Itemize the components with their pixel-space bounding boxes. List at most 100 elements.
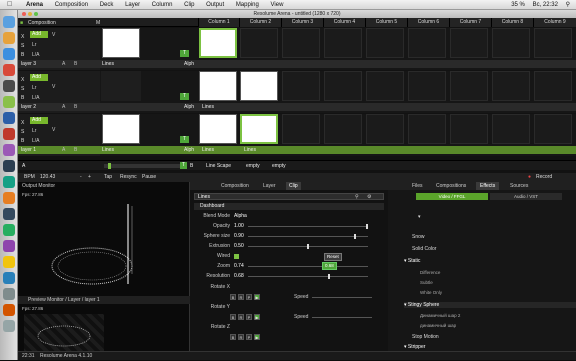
rotate-mode-button[interactable]: P — [246, 294, 252, 300]
rotate-mode-button[interactable]: ▶ — [254, 334, 260, 340]
column-4-header[interactable]: Column 4 — [323, 18, 365, 27]
menu-view[interactable]: View — [271, 2, 284, 8]
app-icon[interactable] — [3, 176, 15, 188]
effect-category[interactable]: ▾ Static — [404, 258, 420, 264]
clip-slot-empty[interactable] — [492, 114, 530, 144]
clip-slot-empty[interactable] — [240, 28, 278, 58]
resync-button[interactable]: Resync — [120, 173, 137, 182]
clip-slot-empty[interactable] — [282, 28, 320, 58]
dashboard-section[interactable]: Dashboard — [194, 203, 384, 210]
effect-item[interactable]: Solid Color — [412, 246, 436, 252]
effect-preset[interactable]: White Only — [420, 290, 442, 295]
clip-slot-preview[interactable] — [102, 28, 140, 58]
subtab-audio[interactable]: Audio / VST — [490, 193, 562, 200]
column-7-header[interactable]: Column 7 — [449, 18, 491, 27]
layer-t-tag[interactable]: T — [180, 50, 189, 57]
rotate-mode-button[interactable]: B — [230, 294, 236, 300]
layer-t-tag[interactable]: T — [180, 93, 189, 100]
param-slider[interactable] — [248, 226, 368, 227]
settings-icon[interactable]: ⚙ — [367, 194, 371, 200]
app-icon[interactable] — [3, 224, 15, 236]
clip-slot-empty[interactable] — [408, 28, 446, 58]
rotate-mode-button[interactable]: R — [238, 334, 244, 340]
slider-knob[interactable] — [328, 274, 331, 279]
app-icon[interactable] — [3, 256, 15, 268]
blend-add-button[interactable]: Add — [30, 74, 48, 81]
tab-files[interactable]: Files — [408, 182, 427, 190]
app-icon[interactable] — [3, 128, 15, 140]
clip-slot-empty[interactable] — [450, 28, 488, 58]
crossfader-a[interactable]: A — [22, 161, 25, 171]
wired-checkbox[interactable] — [234, 254, 239, 259]
rotate-mode-button[interactable]: P — [246, 314, 252, 320]
apple-icon[interactable]:  — [7, 0, 12, 10]
app-icon[interactable] — [3, 32, 15, 44]
layer-name-bar-selected[interactable]: layer 1 A B Lines Alph Lines Lines — [18, 146, 576, 154]
speed-slider[interactable] — [312, 297, 372, 298]
menu-column[interactable]: Column — [152, 2, 173, 8]
clip-slot-empty[interactable] — [101, 71, 141, 101]
effect-preset[interactable]: динамичный шар — [420, 323, 456, 328]
master-m-button[interactable]: M — [96, 20, 100, 26]
clip-slot-empty[interactable] — [408, 71, 446, 101]
menu-output[interactable]: Output — [206, 2, 224, 8]
layer-s-button[interactable]: S — [21, 43, 24, 49]
subtab-video[interactable]: Video / FFGL — [416, 193, 488, 200]
layer-b-button[interactable]: B — [21, 138, 24, 144]
menu-composition[interactable]: Composition — [55, 2, 88, 8]
column-name-1[interactable]: Line Scape — [206, 161, 231, 171]
tab-clip[interactable]: Clip — [286, 182, 301, 190]
crossfader-handle[interactable] — [108, 163, 111, 169]
clip-slot-lines[interactable] — [199, 114, 237, 144]
layer-s-button[interactable]: S — [21, 129, 24, 135]
tab-compositions[interactable]: Compositions — [432, 182, 470, 190]
app-icon[interactable] — [3, 288, 15, 300]
slider-knob[interactable] — [307, 244, 309, 249]
column-9-header[interactable]: Column 9 — [533, 18, 576, 27]
speed-slider[interactable] — [312, 317, 372, 318]
clip-slot-empty[interactable] — [534, 114, 572, 144]
menu-app[interactable]: Arena — [26, 2, 43, 8]
slider-knob[interactable] — [354, 234, 357, 239]
effect-item[interactable]: Stop Motion — [412, 334, 439, 340]
menu-deck[interactable]: Deck — [100, 2, 114, 8]
app-icon[interactable] — [3, 208, 15, 220]
clip-slot-empty[interactable] — [324, 71, 362, 101]
column-3-header[interactable]: Column 3 — [281, 18, 323, 27]
layer-name-bar[interactable]: layer 2 A B Alph Lines — [18, 103, 576, 111]
effect-preset[interactable]: Difference — [420, 270, 440, 275]
bpm-minus-button[interactable]: - — [80, 173, 82, 182]
rotate-mode-button[interactable]: R — [238, 294, 244, 300]
app-icon[interactable] — [3, 48, 15, 60]
param-slider[interactable] — [248, 266, 368, 267]
clip-name-field[interactable]: Lines ⚲ ⚙ — [194, 193, 384, 200]
layer-name-bar[interactable]: layer 3 A B Lines Alph — [18, 60, 576, 68]
effect-category[interactable]: ▾ Stripper — [404, 344, 425, 350]
clip-slot-empty[interactable] — [534, 28, 572, 58]
tab-layer[interactable]: Layer — [260, 182, 279, 190]
app-icon[interactable] — [3, 192, 15, 204]
layer-x-button[interactable]: X — [21, 77, 24, 83]
blend-add-button[interactable]: Add — [30, 31, 48, 38]
crossfader-b[interactable]: B — [190, 161, 193, 171]
rotate-mode-button[interactable]: B — [230, 314, 236, 320]
zoom-icon[interactable] — [34, 12, 38, 16]
app-icon[interactable] — [3, 80, 15, 92]
app-icon[interactable] — [3, 112, 15, 124]
layer-b-button[interactable]: B — [21, 52, 24, 58]
menu-clip[interactable]: Clip — [184, 2, 194, 8]
clip-slot-empty[interactable] — [324, 28, 362, 58]
app-icon[interactable] — [3, 272, 15, 284]
param-slider[interactable] — [248, 276, 368, 277]
app-icon[interactable] — [3, 144, 15, 156]
rotate-mode-button[interactable]: ▶ — [254, 314, 260, 320]
clip-slot-preview[interactable] — [102, 114, 140, 144]
clip-slot-empty[interactable] — [282, 71, 320, 101]
chevron-down-icon[interactable]: ▾ — [418, 214, 421, 220]
app-icon[interactable] — [3, 160, 15, 172]
crossfader-a[interactable]: A — [62, 103, 65, 111]
param-value[interactable]: Alpha — [234, 212, 247, 221]
layer-b-button[interactable]: B — [21, 95, 24, 101]
crossfader-b[interactable]: B — [74, 146, 77, 154]
tap-button[interactable]: Tap — [104, 173, 112, 182]
